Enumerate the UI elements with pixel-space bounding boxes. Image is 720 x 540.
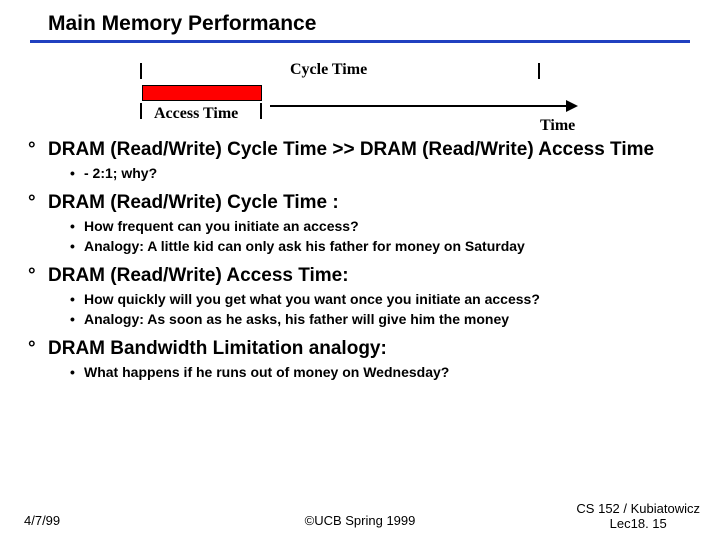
- timing-diagram: Cycle Time Access Time Time: [140, 61, 560, 131]
- bullet-marker-icon: °: [28, 139, 36, 161]
- list-item: • Analogy: A little kid can only ask his…: [70, 238, 692, 256]
- bullet-marker-icon: °: [28, 338, 36, 360]
- access-time-label: Access Time: [154, 105, 238, 123]
- list-item: • Analogy: As soon as he asks, his fathe…: [70, 311, 692, 329]
- footer-lecture: Lec18. 15: [610, 516, 667, 531]
- bullet-4: ° DRAM Bandwidth Limitation analogy:: [28, 338, 692, 360]
- sub-bullet-icon: •: [70, 291, 75, 309]
- list-item: • How frequent can you initiate an acces…: [70, 218, 692, 236]
- sub-bullet-icon: •: [70, 311, 75, 329]
- time-axis-label: Time: [540, 117, 575, 135]
- slide-title: Main Memory Performance: [0, 0, 720, 40]
- sub-bullet-icon: •: [70, 218, 75, 236]
- bullet-1-text: DRAM (Read/Write) Cycle Time >> DRAM (Re…: [48, 139, 654, 160]
- sub-text: How quickly will you get what you want o…: [84, 291, 540, 307]
- bullet-3: ° DRAM (Read/Write) Access Time:: [28, 265, 692, 287]
- sub-text: Analogy: A little kid can only ask his f…: [84, 238, 525, 254]
- cycle-right-tick: [538, 63, 540, 79]
- sub-bullet-icon: •: [70, 364, 75, 382]
- access-time-bar: [142, 85, 262, 101]
- footer-course-info: CS 152 / Kubiatowicz Lec18. 15: [576, 501, 700, 532]
- bullet-3-text: DRAM (Read/Write) Access Time:: [48, 265, 349, 286]
- slide-content: ° DRAM (Read/Write) Cycle Time >> DRAM (…: [0, 139, 720, 381]
- sub-text: Analogy: As soon as he asks, his father …: [84, 311, 509, 327]
- bullet-4-text: DRAM Bandwidth Limitation analogy:: [48, 338, 387, 359]
- title-underline: [30, 40, 690, 43]
- list-item: • What happens if he runs out of money o…: [70, 364, 692, 382]
- footer-course: CS 152 / Kubiatowicz: [576, 501, 700, 516]
- bullet-1: ° DRAM (Read/Write) Cycle Time >> DRAM (…: [28, 139, 692, 161]
- bullet-2-text: DRAM (Read/Write) Cycle Time :: [48, 192, 339, 213]
- bullet-2: ° DRAM (Read/Write) Cycle Time :: [28, 192, 692, 214]
- sub-text: What happens if he runs out of money on …: [84, 364, 449, 380]
- list-item: • How quickly will you get what you want…: [70, 291, 692, 309]
- sub-text: - 2:1; why?: [84, 165, 157, 181]
- sub-bullet-icon: •: [70, 165, 75, 183]
- bullet-3-subs: • How quickly will you get what you want…: [70, 291, 692, 328]
- cycle-left-tick: [140, 63, 142, 79]
- bullet-marker-icon: °: [28, 265, 36, 287]
- time-axis-line: [270, 105, 570, 107]
- bullet-1-subs: • - 2:1; why?: [70, 165, 692, 183]
- bullet-marker-icon: °: [28, 192, 36, 214]
- cycle-time-label: Cycle Time: [290, 61, 367, 79]
- sub-bullet-icon: •: [70, 238, 75, 256]
- bullet-2-subs: • How frequent can you initiate an acces…: [70, 218, 692, 255]
- access-right-tick: [260, 103, 262, 119]
- time-axis-arrow-icon: [566, 100, 578, 112]
- bullet-4-subs: • What happens if he runs out of money o…: [70, 364, 692, 382]
- access-left-tick: [140, 103, 142, 119]
- list-item: • - 2:1; why?: [70, 165, 692, 183]
- sub-text: How frequent can you initiate an access?: [84, 218, 359, 234]
